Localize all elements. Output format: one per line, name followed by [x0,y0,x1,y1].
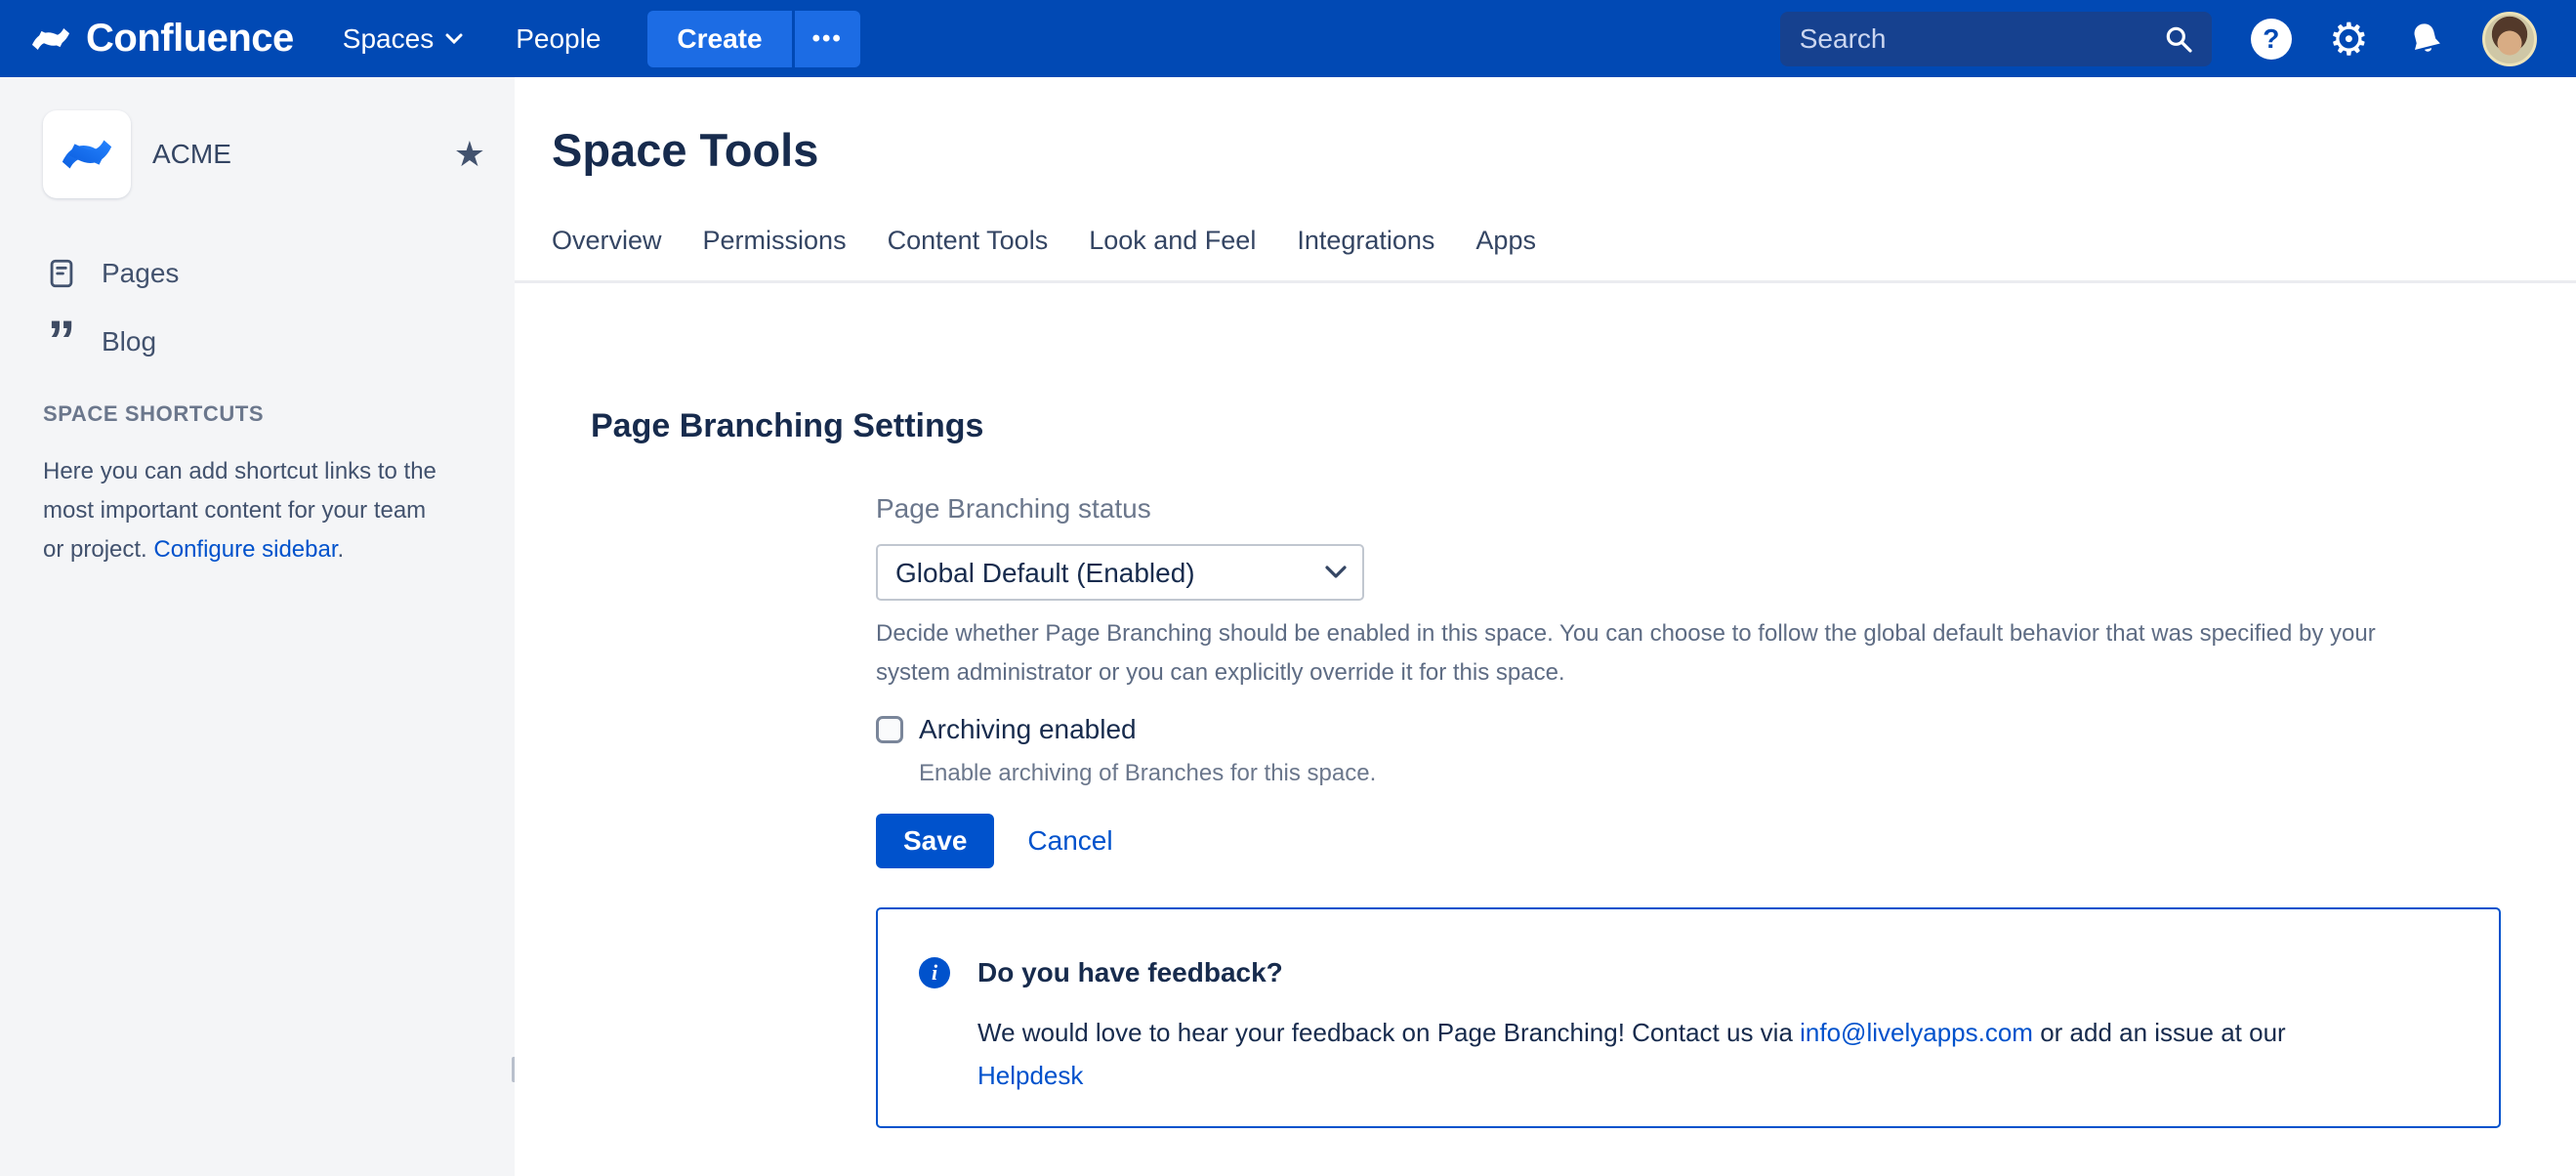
search-icon[interactable] [2163,23,2194,55]
sidebar-item-pages[interactable]: Pages [43,251,485,296]
feedback-title-row: i Do you have feedback? [919,956,2458,989]
tab-overview[interactable]: Overview [552,226,662,255]
user-avatar[interactable] [2482,12,2537,66]
search-box[interactable] [1780,12,2212,66]
nav-item-spaces-label: Spaces [343,23,434,55]
tab-content-tools[interactable]: Content Tools [888,226,1049,255]
sidebar-item-pages-label: Pages [102,258,179,289]
feedback-panel: i Do you have feedback? We would love to… [876,907,2501,1128]
bell-icon[interactable] [2406,20,2445,59]
info-icon: i [919,957,950,988]
tab-integrations[interactable]: Integrations [1297,226,1434,255]
create-button-group: Create ••• [647,11,859,67]
shortcuts-line-2: most important content for your team [43,491,492,530]
feedback-title: Do you have feedback? [977,956,1283,989]
status-field-description: Decide whether Page Branching should be … [876,614,2536,693]
space-shortcuts-text: Here you can add shortcut links to the m… [43,452,492,569]
space-tools-tabs: Overview Permissions Content Tools Look … [552,226,2576,255]
brand-name: Confluence [86,17,294,61]
cancel-link[interactable]: Cancel [1027,825,1112,857]
page-icon [43,257,80,290]
sidebar-item-blog-label: Blog [102,326,156,357]
feedback-email-link[interactable]: info@livelyapps.com [1800,1018,2033,1047]
tab-look-and-feel[interactable]: Look and Feel [1089,226,1256,255]
sidebar-item-blog[interactable]: ” Blog [43,319,485,364]
archiving-description: Enable archiving of Branches for this sp… [919,759,2536,788]
save-button[interactable]: Save [876,814,994,868]
main-content: Space Tools Overview Permissions Content… [515,77,2576,1176]
shortcuts-period: . [338,536,345,563]
archiving-row: Archiving enabled [876,714,2536,745]
nav-links: Spaces People [343,23,602,55]
gear-icon[interactable]: ⚙ [2329,17,2369,62]
nav-item-people-label: People [516,23,601,55]
archiving-enabled-checkbox[interactable] [876,716,903,743]
feedback-text-1: We would love to hear your feedback on P… [977,1018,1800,1047]
confluence-logo-icon [29,18,72,61]
page-title: Space Tools [552,120,2576,181]
feedback-text-2: or add an issue at our [2033,1018,2286,1047]
shortcuts-line-3-text: or project. [43,536,153,563]
status-description-line-2: system administrator or you can explicit… [876,653,2536,693]
space-header: ACME ★ [43,110,485,198]
configure-sidebar-link[interactable]: Configure sidebar [153,536,337,563]
help-icon[interactable]: ? [2251,19,2292,60]
shortcuts-line-1: Here you can add shortcut links to the [43,452,492,491]
chevron-down-icon [445,33,463,45]
helpdesk-link[interactable]: Helpdesk [977,1061,1083,1090]
create-button[interactable]: Create [647,11,791,67]
nav-item-people[interactable]: People [516,23,601,55]
archiving-enabled-label[interactable]: Archiving enabled [919,714,1137,745]
nav-icon-cluster: ? ⚙ [2251,12,2537,66]
tabs-divider [515,280,2576,283]
section-heading: Page Branching Settings [591,406,2576,445]
page-branching-settings-section: Page Branching Settings Page Branching s… [591,406,2576,1128]
tab-apps[interactable]: Apps [1475,226,1536,255]
feedback-helpdesk-line: Helpdesk [977,1054,2458,1097]
tab-permissions[interactable]: Permissions [703,226,847,255]
favorite-star-icon[interactable]: ★ [454,137,485,172]
feedback-body: We would love to hear your feedback on P… [977,1011,2458,1097]
status-description-line-1: Decide whether Page Branching should be … [876,614,2536,653]
create-more-button[interactable]: ••• [795,11,860,67]
nav-item-spaces[interactable]: Spaces [343,23,463,55]
main-header: Space Tools Overview Permissions Content… [515,77,2576,255]
sidebar-nav: Pages ” Blog [43,251,485,364]
space-shortcuts-heading: SPACE SHORTCUTS [43,401,485,427]
quote-icon: ” [43,327,80,357]
settings-form: Page Branching status Global Default (En… [876,492,2536,1128]
form-actions: Save Cancel [876,814,2536,868]
confluence-brand[interactable]: Confluence [29,17,294,61]
shortcuts-line-3: or project. Configure sidebar. [43,530,492,569]
status-select-wrap: Global Default (Enabled) [876,544,1364,601]
top-nav: Confluence Spaces People Create ••• ? ⚙ [0,0,2576,77]
page-branching-status-select[interactable]: Global Default (Enabled) [876,544,1364,601]
search-input[interactable] [1798,22,2163,56]
space-logo[interactable] [43,110,131,198]
status-field-label: Page Branching status [876,492,2536,525]
sidebar: ACME ★ Pages ” Blog SPACE SHORTCUTS Here… [0,77,515,1176]
space-name: ACME [152,139,454,170]
